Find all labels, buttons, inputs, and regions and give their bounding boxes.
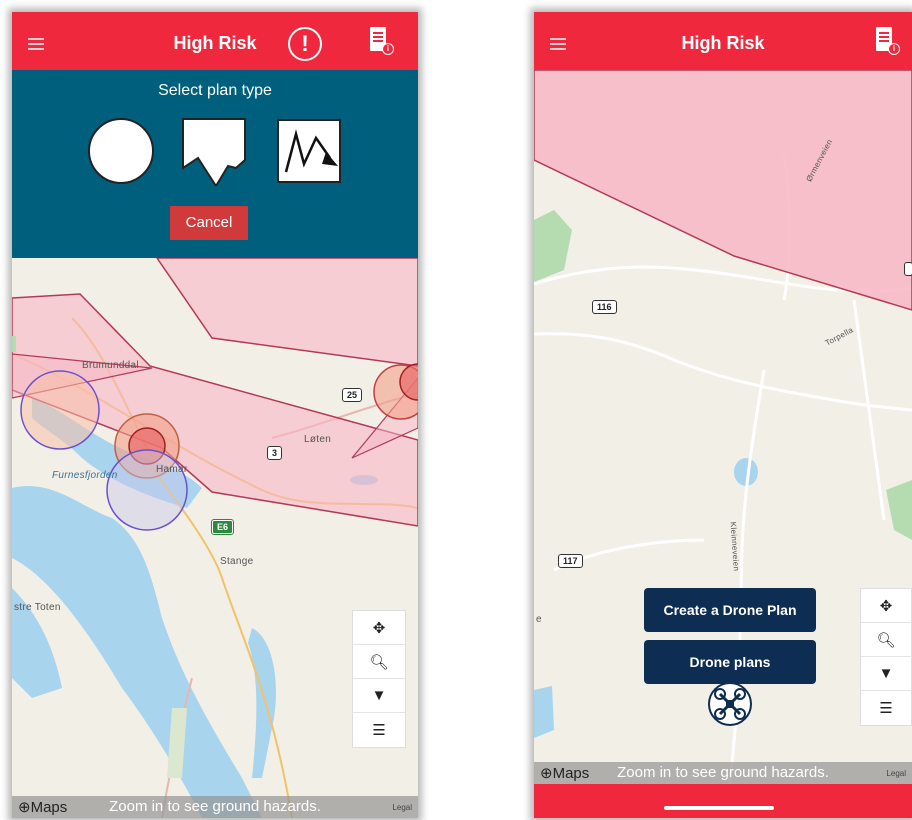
filter-icon[interactable]: ▼: [353, 679, 405, 713]
alert-icon[interactable]: !: [288, 27, 322, 61]
crosshair-icon[interactable]: ✥: [861, 589, 911, 623]
place-label: Løten: [304, 434, 332, 445]
home-indicator-bar: [534, 784, 912, 818]
header-bar: High Risk ! i: [12, 12, 418, 70]
list-icon[interactable]: ☰: [861, 691, 911, 725]
page-title: High Risk: [173, 33, 257, 53]
crosshair-icon[interactable]: ✥: [353, 611, 405, 645]
place-label: stre Toten: [14, 602, 61, 613]
plan-type-panel: Select plan type Cancel: [12, 70, 418, 258]
filter-icon[interactable]: ▼: [861, 657, 911, 691]
road-shield: E6: [210, 519, 235, 535]
place-label: Hamar: [156, 464, 188, 475]
document-info-icon[interactable]: i: [370, 27, 394, 55]
search-icon[interactable]: 🔍︎: [861, 623, 911, 657]
phone-screen-left: High Risk ! i Select plan type Cancel Br…: [12, 12, 418, 818]
ground-hazard-hint: Zoom in to see ground hazards.: [109, 798, 321, 815]
map-footer: ⊕Maps Zoom in to see ground hazards. Leg…: [534, 762, 912, 784]
route-plan-option[interactable]: [276, 114, 344, 186]
polygon-plan-option[interactable]: [178, 114, 250, 188]
search-icon[interactable]: 🔍︎: [353, 645, 405, 679]
road-shield: 3: [267, 446, 283, 460]
info-badge: i: [888, 43, 900, 55]
place-label: Stange: [220, 556, 254, 567]
road-shield: [904, 262, 912, 276]
cancel-button[interactable]: Cancel: [170, 206, 248, 240]
map-tools: ✥ 🔍︎ ▼ ☰: [352, 610, 406, 748]
legal-link[interactable]: Legal: [886, 769, 906, 778]
road-shield: 117: [558, 554, 583, 568]
ground-hazard-hint: Zoom in to see ground hazards.: [617, 764, 829, 781]
info-badge: i: [382, 43, 394, 55]
legal-link[interactable]: Legal: [392, 803, 412, 812]
header-bar: High Risk i: [534, 12, 912, 70]
circle-plan-option[interactable]: [88, 114, 156, 186]
map-footer: ⊕Maps Zoom in to see ground hazards. Leg…: [12, 796, 418, 818]
road-shield: 116: [592, 300, 617, 314]
map-view[interactable]: Brumunddal Løten Furnesfjorden Hamar Sta…: [12, 258, 418, 818]
drone-icon[interactable]: [708, 682, 752, 726]
place-label: Brumunddal: [82, 360, 139, 371]
road-shield: 25: [342, 388, 363, 402]
map-view[interactable]: Ørmenveien Torpella Kleinneveien e 116 1…: [534, 70, 912, 784]
drone-plans-button[interactable]: Drone plans: [644, 640, 816, 684]
create-drone-plan-button[interactable]: Create a Drone Plan: [644, 588, 816, 632]
document-info-icon[interactable]: i: [876, 27, 900, 55]
list-icon[interactable]: ☰: [353, 713, 405, 747]
place-label: e: [536, 614, 542, 625]
map-tools: ✥ 🔍︎ ▼ ☰: [860, 588, 912, 726]
plan-type-title: Select plan type: [158, 82, 272, 99]
phone-screen-right: High Risk i Ørmenveien Torpella Kleinnev…: [534, 12, 912, 818]
water-label: Furnesfjorden: [52, 470, 118, 481]
page-title: High Risk: [681, 33, 765, 53]
